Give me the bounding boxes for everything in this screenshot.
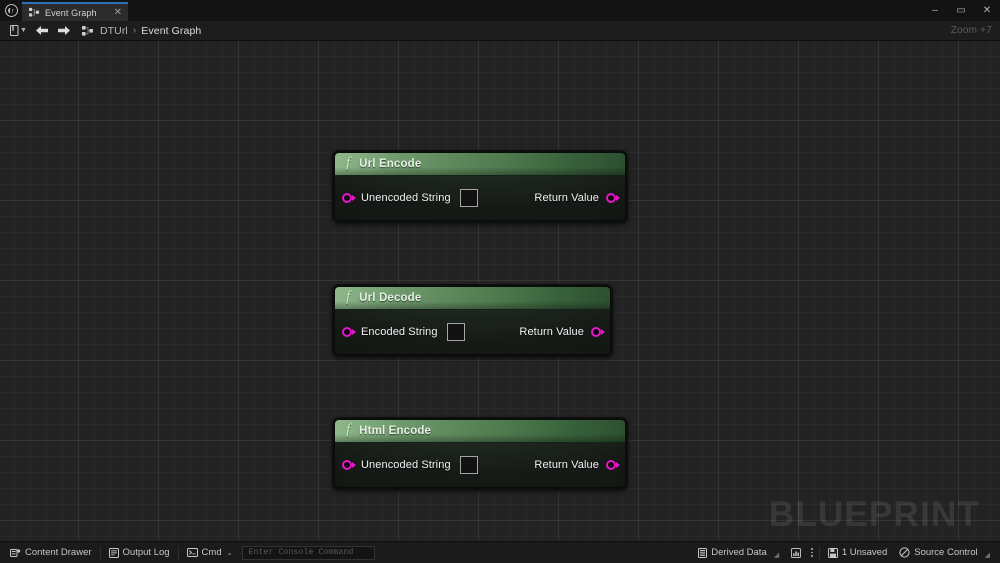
node-body-wrapper: f Url Decode Encoded String Return Value (334, 286, 611, 355)
maximize-button[interactable]: ▭ (948, 0, 974, 21)
cmd-label: Cmd (202, 547, 222, 558)
node-title: Url Decode (359, 292, 421, 304)
close-icon[interactable]: ✕ (114, 8, 122, 18)
derived-data-label: Derived Data (711, 547, 766, 558)
history-dropdown-button[interactable]: ▼ (6, 22, 31, 39)
tab-event-graph[interactable]: Event Graph ✕ (22, 2, 128, 21)
database-icon (698, 548, 707, 558)
forward-button[interactable] (53, 22, 75, 39)
node-pin-area: Unencoded String Return Value (335, 176, 625, 220)
input-pin-row: Unencoded String (335, 189, 478, 207)
node-header[interactable]: f Html Encode (335, 420, 625, 443)
output-pin-row: Return Value (519, 326, 610, 338)
divider (819, 546, 820, 560)
window-controls: – ▭ ✕ (922, 0, 1000, 21)
source-control-label: Source Control (914, 547, 977, 558)
output-pin-string-icon[interactable] (606, 459, 618, 471)
node-pin-area: Encoded String Return Value (335, 310, 610, 354)
output-pin-string-icon[interactable] (606, 192, 618, 204)
breadcrumb-graph-icon (82, 25, 94, 37)
input-pin-row: Unencoded String (335, 456, 478, 474)
output-pin-label: Return Value (534, 459, 599, 471)
status-bar-right-group: Derived Data ◢ (692, 544, 996, 561)
node-header[interactable]: f Url Encode (335, 153, 625, 176)
output-pin-string-icon[interactable] (591, 326, 603, 338)
chevron-down-icon: ⌄ (227, 549, 233, 557)
close-button[interactable]: ✕ (974, 0, 1000, 21)
unreal-logo-icon (0, 0, 22, 21)
node-url-encode[interactable]: f Url Encode Unencoded String Return Val… (332, 150, 628, 223)
divider (178, 546, 179, 560)
output-log-label: Output Log (123, 547, 170, 558)
breadcrumb-item-event-graph[interactable]: Event Graph (141, 25, 201, 37)
blueprint-watermark: BLUEPRINT (769, 495, 980, 535)
output-pin-label: Return Value (534, 192, 599, 204)
output-pin-row: Return Value (534, 192, 625, 204)
status-bar: Content Drawer Output Log (0, 541, 1000, 563)
node-header[interactable]: f Url Decode (335, 287, 610, 310)
output-log-button[interactable]: Output Log (103, 544, 176, 561)
derived-data-button[interactable]: Derived Data ◢ (692, 544, 785, 561)
input-pin-string-icon[interactable] (342, 459, 354, 471)
output-pin-row: Return Value (534, 459, 625, 471)
input-default-value-field[interactable] (460, 456, 478, 474)
output-pin-label: Return Value (519, 326, 584, 338)
console-placeholder: Enter Console Command (248, 548, 353, 557)
unreal-blueprint-editor-window: Event Graph ✕ – ▭ ✕ ▼ (0, 0, 1000, 563)
node-title: Url Encode (359, 158, 421, 170)
node-title: Html Encode (359, 425, 431, 437)
source-control-icon (899, 547, 910, 558)
history-icon (10, 25, 19, 36)
overflow-menu-button[interactable] (807, 548, 817, 556)
console-command-input[interactable]: Enter Console Command (242, 546, 375, 560)
minimize-button[interactable]: – (922, 0, 948, 21)
input-pin-row: Encoded String (335, 323, 465, 341)
tab-label: Event Graph (45, 8, 97, 18)
back-button[interactable] (31, 22, 53, 39)
save-icon (828, 548, 838, 558)
log-icon (109, 548, 119, 558)
graph-toolbar: ▼ DTUrl › Event Graph Zoom +7 (0, 21, 1000, 41)
input-default-value-field[interactable] (460, 189, 478, 207)
stats-button[interactable] (785, 544, 807, 561)
input-pin-string-icon[interactable] (342, 326, 354, 338)
breadcrumb-separator: › (133, 25, 136, 36)
console-icon (187, 548, 198, 557)
divider (100, 546, 101, 560)
node-html-encode[interactable]: f Html Encode Unencoded String Return Va… (332, 417, 628, 490)
content-drawer-label: Content Drawer (25, 547, 92, 558)
content-drawer-button[interactable]: Content Drawer (4, 544, 98, 561)
source-control-button[interactable]: Source Control ◢ (893, 544, 996, 561)
input-pin-string-icon[interactable] (342, 192, 354, 204)
input-pin-label: Encoded String (361, 326, 438, 338)
chart-icon (791, 548, 801, 558)
input-pin-label: Unencoded String (361, 459, 451, 471)
function-icon: f (346, 156, 350, 171)
function-icon: f (346, 290, 350, 305)
breadcrumb-item-dturl[interactable]: DTUrl (100, 25, 128, 37)
chevron-down-icon: ▼ (20, 27, 27, 34)
unsaved-items-button[interactable]: 1 Unsaved (822, 544, 893, 561)
unsaved-label: 1 Unsaved (842, 547, 887, 558)
function-icon: f (346, 423, 350, 438)
node-url-decode[interactable]: f Url Decode Encoded String Return Value (332, 284, 613, 357)
node-body-wrapper: f Url Encode Unencoded String Return Val… (334, 152, 626, 221)
zoom-level-label: Zoom +7 (951, 25, 992, 36)
cmd-dropdown-button[interactable]: Cmd ⌄ (181, 544, 239, 561)
title-bar: Event Graph ✕ – ▭ ✕ (0, 0, 1000, 21)
node-pin-area: Unencoded String Return Value (335, 443, 625, 487)
resize-grip-icon: ◢ (774, 551, 779, 561)
resize-grip-icon: ◢ (985, 551, 990, 561)
node-body-wrapper: f Html Encode Unencoded String Return Va… (334, 419, 626, 488)
drawer-icon (10, 548, 21, 558)
input-default-value-field[interactable] (447, 323, 465, 341)
event-graph-canvas[interactable]: f Url Encode Unencoded String Return Val… (0, 41, 1000, 541)
graph-icon (29, 7, 40, 18)
input-pin-label: Unencoded String (361, 192, 451, 204)
